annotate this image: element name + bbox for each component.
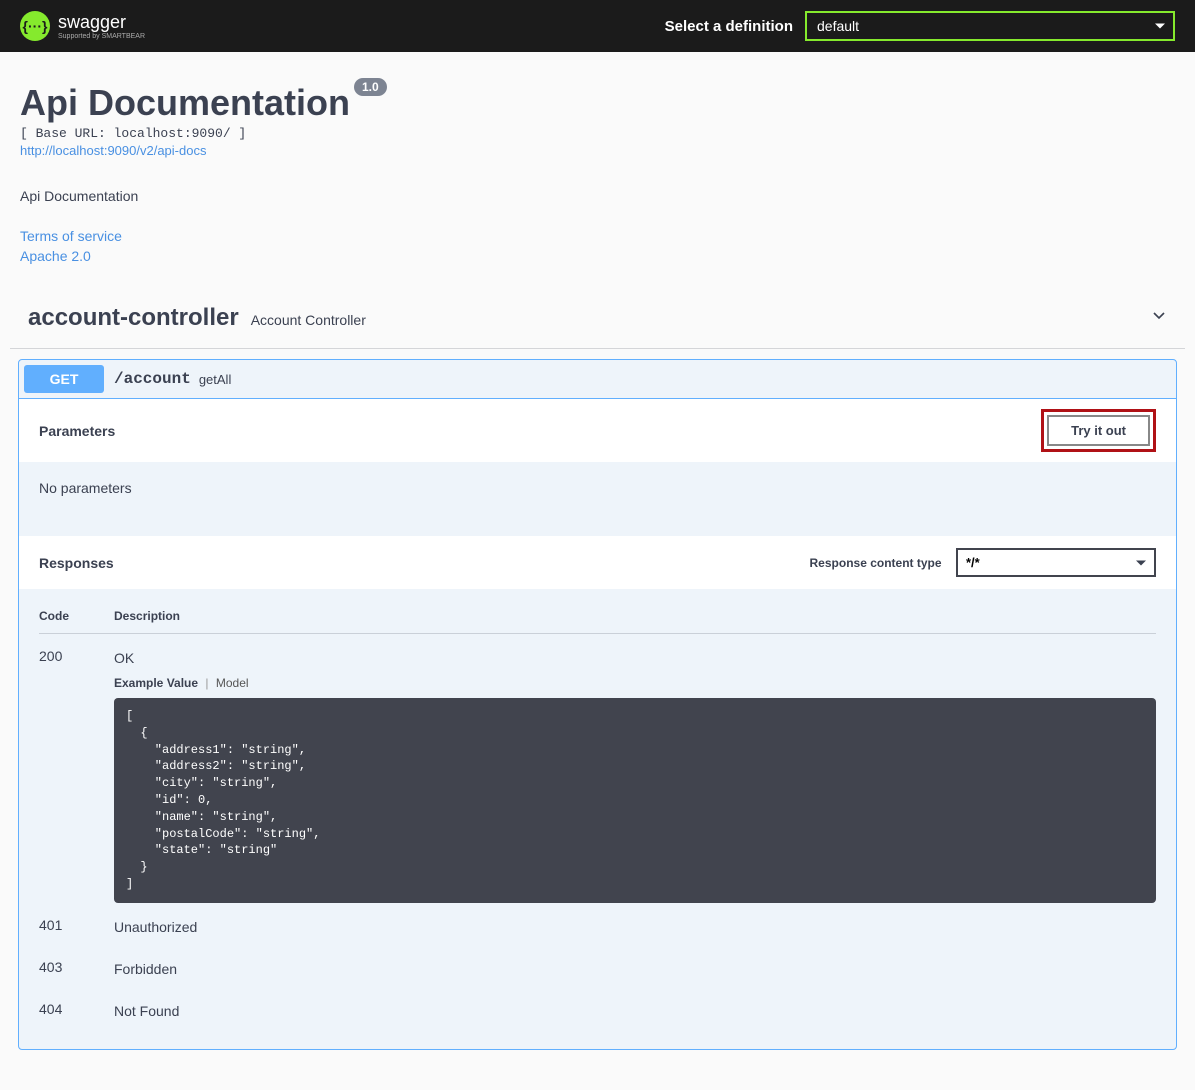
example-value-tab[interactable]: Example Value [114, 676, 198, 690]
model-tab[interactable]: Model [216, 676, 249, 690]
response-row-403: 403 Forbidden [39, 945, 1156, 987]
version-badge: 1.0 [354, 78, 387, 96]
tag-header[interactable]: account-controller Account Controller [10, 288, 1185, 349]
api-description: Api Documentation [20, 188, 1175, 204]
tag-description: Account Controller [251, 312, 366, 328]
info-section: Api Documentation 1.0 [ Base URL: localh… [0, 52, 1195, 288]
responses-label: Responses [39, 555, 114, 571]
topbar: {···} swagger Supported by SMARTBEAR Sel… [0, 0, 1195, 52]
tag-name: account-controller [28, 304, 239, 332]
response-description: OK [114, 650, 1156, 666]
response-row-401: 401 Unauthorized [39, 903, 1156, 945]
operation-path: /account [114, 370, 191, 388]
tag-section: account-controller Account Controller GE… [0, 288, 1195, 1090]
response-row-404: 404 Not Found [39, 987, 1156, 1029]
response-code: 401 [39, 917, 114, 933]
response-code: 403 [39, 959, 114, 975]
http-method-badge: GET [24, 365, 104, 393]
content-type-label: Response content type [810, 556, 942, 570]
parameters-header: Parameters Try it out [19, 399, 1176, 462]
try-it-out-button[interactable]: Try it out [1047, 415, 1150, 446]
terms-of-service-link[interactable]: Terms of service [20, 228, 1175, 244]
definition-select-label: Select a definition [665, 18, 793, 35]
operation-summary-text: getAll [199, 372, 232, 387]
responses-table: Code Description 200 OK Example Value | … [19, 589, 1176, 1049]
response-description: Unauthorized [114, 919, 1156, 935]
response-description: Not Found [114, 1003, 1156, 1019]
logo-text: swagger [58, 13, 145, 31]
response-description: Forbidden [114, 961, 1156, 977]
definition-select[interactable]: default [805, 11, 1175, 41]
logo-subtext: Supported by SMARTBEAR [58, 33, 145, 40]
responses-header: Responses Response content type */* [19, 536, 1176, 589]
operation-block: GET /account getAll Parameters Try it ou… [18, 359, 1177, 1050]
code-column-header: Code [39, 609, 114, 623]
parameters-label: Parameters [39, 423, 115, 439]
description-column-header: Description [114, 609, 1156, 623]
chevron-down-icon [1149, 306, 1169, 331]
response-code: 200 [39, 648, 114, 664]
response-row-200: 200 OK Example Value | Model [ { "addres… [39, 634, 1156, 903]
api-docs-link[interactable]: http://localhost:9090/v2/api-docs [20, 143, 206, 158]
swagger-logo-icon: {···} [20, 11, 50, 41]
response-code: 404 [39, 1001, 114, 1017]
operation-summary[interactable]: GET /account getAll [19, 360, 1176, 399]
parameters-body: No parameters [19, 462, 1176, 536]
try-it-out-highlight: Try it out [1041, 409, 1156, 452]
example-response-body[interactable]: [ { "address1": "string", "address2": "s… [114, 698, 1156, 903]
topbar-brand[interactable]: {···} swagger Supported by SMARTBEAR [20, 11, 145, 41]
content-type-select[interactable]: */* [956, 548, 1156, 577]
license-link[interactable]: Apache 2.0 [20, 248, 1175, 264]
api-title: Api Documentation 1.0 [20, 82, 387, 124]
api-title-text: Api Documentation [20, 82, 350, 124]
base-url: [ Base URL: localhost:9090/ ] [20, 126, 1175, 141]
